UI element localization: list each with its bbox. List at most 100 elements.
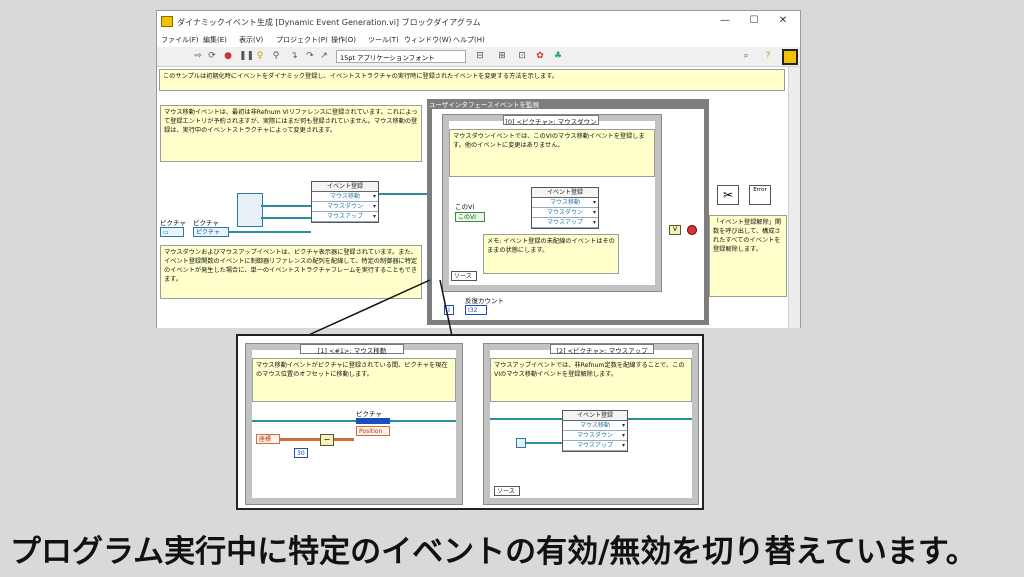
coord-terminal[interactable]: 座標 (256, 434, 280, 444)
menu-tools[interactable]: ツール(T) (368, 35, 399, 45)
error-handler-icon[interactable]: Error (749, 185, 771, 205)
window-title: ダイナミックイベント生成 [Dynamic Event Generation.v… (177, 18, 481, 27)
offset-wire (334, 438, 354, 441)
search-icon[interactable]: ⌕ (741, 51, 751, 61)
mouse-up-case-selector[interactable]: [2] <ピクチャ>: マウスアップ (550, 344, 654, 355)
memo-note: メモ: イベント登録の未配線のイベントはそのままの状態にします。 (483, 234, 619, 274)
vi-connector-icon[interactable] (782, 49, 798, 65)
block-diagram-window: ダイナミックイベント生成 [Dynamic Event Generation.v… (156, 10, 801, 328)
mouse-up-case-note: マウスアップイベントでは、非Refnum定数を配線することで、このVIのマウス移… (490, 358, 692, 402)
step-over-icon[interactable]: ↷ (305, 51, 315, 61)
title-bar: ダイナミックイベント生成 [Dynamic Event Generation.v… (157, 11, 800, 33)
subtract-function-icon[interactable]: − (320, 434, 334, 446)
const-30-terminal[interactable]: 30 (294, 448, 308, 458)
picture-label-1: ピクチャ (160, 219, 186, 227)
labview-app-icon (161, 16, 173, 27)
reg-wire (490, 418, 562, 420)
ref-wire (261, 205, 311, 207)
not-a-refnum-icon[interactable] (237, 193, 263, 227)
error-label: Error (753, 187, 767, 193)
vertical-scrollbar[interactable] (788, 67, 800, 328)
distribute-icon[interactable]: ⊞ (497, 51, 507, 61)
menu-bar: ファイル(F) 編集(E) 表示(V) プロジェクト(P) 操作(O) ツール(… (157, 33, 800, 47)
menu-edit[interactable]: 編集(E) (203, 35, 227, 45)
font-select[interactable]: 15pt アプリケーションフォント (336, 50, 466, 63)
inner-register-events-header: イベント登録 (532, 188, 598, 198)
highlight-execution-icon[interactable]: ♀ (255, 51, 265, 61)
event-structure-frame: [0] <ピクチャ>: マウスダウン マウスダウンイベントでは、このVIのマウス… (442, 114, 662, 292)
help-icon[interactable]: ? (763, 51, 773, 61)
clean-up-icon[interactable]: ♣ (553, 51, 563, 61)
property-node-header[interactable] (356, 418, 390, 424)
reg-row-mouse-down[interactable]: マウスダウン (312, 202, 378, 212)
menu-project[interactable]: プロジェクト(P) (276, 35, 328, 45)
not-a-refnum-constant-icon[interactable] (516, 438, 526, 448)
picture-ref-wire (390, 420, 456, 422)
inner-reg-row-mouse-move[interactable]: マウス移動 (532, 198, 598, 208)
toolbar: ⇨ ⟳ ● ❚❚ ♀ ⚲ ↴ ↷ ↗ 15pt アプリケーションフォント ⊟ ⊞… (157, 47, 800, 67)
menu-window[interactable]: ウィンドウ(W) (404, 35, 451, 45)
run-continuously-icon[interactable]: ⟳ (207, 51, 217, 61)
position-property[interactable]: Position (356, 426, 390, 436)
step-into-icon[interactable]: ↴ (289, 51, 299, 61)
reg-wire (628, 418, 692, 420)
this-vi-label: このVI (455, 203, 475, 211)
inner-reg-row-mouse-up[interactable]: マウスアップ (532, 218, 598, 228)
mouse-up-register-header: イベント登録 (563, 411, 627, 421)
menu-operate[interactable]: 操作(O) (331, 35, 356, 45)
loop-iteration-icon: i (444, 305, 454, 315)
loop-label: ユーザインタフェースイベントを監視 (427, 99, 709, 109)
resize-icon[interactable]: ⊡ (517, 51, 527, 61)
menu-help[interactable]: ヘルプ(H) (453, 35, 485, 45)
close-button[interactable]: ✕ (775, 14, 791, 28)
align-icon[interactable]: ⊟ (475, 51, 485, 61)
loop-count-terminal[interactable]: I32 (465, 305, 487, 315)
mouse-move-note: マウス移動イベントは、最初は非Refnum VIリファレンスに登録されています。… (160, 105, 422, 162)
source-terminal[interactable]: ソース (451, 271, 477, 281)
or-function-icon[interactable]: V (669, 225, 681, 235)
step-out-icon[interactable]: ↗ (319, 51, 329, 61)
menu-file[interactable]: ファイル(F) (161, 35, 199, 45)
maximize-button[interactable]: ☐ (746, 14, 762, 28)
pause-icon[interactable]: ❚❚ (239, 51, 254, 61)
run-arrow-icon[interactable]: ⇨ (193, 51, 203, 61)
register-events-header: イベント登録 (312, 182, 378, 192)
mu-reg-row-mouse-down[interactable]: マウスダウン (563, 431, 627, 441)
ref-wire (229, 231, 311, 233)
event-case-selector[interactable]: [0] <ピクチャ>: マウスダウン (503, 115, 599, 126)
stop-terminal-icon[interactable] (687, 225, 697, 235)
unregister-events-icon[interactable]: ✂ (717, 185, 739, 205)
mu-reg-row-mouse-move[interactable]: マウス移動 (563, 421, 627, 431)
picture-ref-terminal[interactable]: ピクチャ (193, 227, 229, 237)
reg-row-mouse-move[interactable]: マウス移動 (312, 192, 378, 202)
diagram-canvas: このサンプルは初期化時にイベントをダイナミック登録し、イベントストラクチャの実行… (157, 67, 788, 328)
loop-count-label: 反復カウント (465, 297, 504, 305)
caption-bar: プログラム実行中に特定のイベントの有効/無効を切り替えています。 (0, 522, 1024, 577)
reg-row-mouse-up[interactable]: マウスアップ (312, 212, 378, 222)
mouse-move-case-selector[interactable]: [1] <#1>: マウス移動 (300, 344, 404, 355)
caption-text: プログラム実行中に特定のイベントの有効/無効を切り替えています。 (10, 534, 977, 570)
mu-reg-row-mouse-up[interactable]: マウスアップ (563, 441, 627, 451)
inner-reg-row-mouse-down[interactable]: マウスダウン (532, 208, 598, 218)
picture-prop-label: ピクチャ (356, 410, 382, 418)
retain-wire-values-icon[interactable]: ⚲ (271, 51, 281, 61)
event-case-note: マウスダウンイベントでは、このVIのマウス移動イベントを登録します。他のイベント… (449, 129, 655, 177)
mouse-up-register-node[interactable]: イベント登録 マウス移動 マウスダウン マウスアップ (562, 410, 628, 452)
inner-register-events-node[interactable]: イベント登録 マウス移動 マウスダウン マウスアップ (531, 187, 599, 229)
unregister-note: 「イベント登録解除」関数を呼び出して、構成されたすべてのイベントを登録解除します… (709, 215, 787, 297)
zoomed-cases-panel: [1] <#1>: マウス移動 マウス移動イベントがピクチャに登録されている間、… (236, 334, 704, 510)
mouse-move-case-frame: [1] <#1>: マウス移動 マウス移動イベントがピクチャに登録されている間、… (245, 343, 463, 505)
picture-label-2: ピクチャ (193, 219, 219, 227)
mouse-up-case-frame: [2] <ピクチャ>: マウスアップ マウスアップイベントでは、非Refnum定… (483, 343, 699, 505)
ref-wire (261, 217, 311, 219)
this-vi-reference[interactable]: このVI (455, 212, 485, 222)
menu-view[interactable]: 表示(V) (239, 35, 263, 45)
abort-icon[interactable]: ● (223, 51, 233, 61)
register-events-node[interactable]: イベント登録 マウス移動 マウスダウン マウスアップ (311, 181, 379, 223)
reorder-icon[interactable]: ✿ (535, 51, 545, 61)
minimize-button[interactable]: — (717, 14, 733, 28)
mouse-move-case-note: マウス移動イベントがピクチャに登録されている間、ピクチャを現在のマウス位置のオフ… (252, 358, 456, 402)
picture-ref-wire (252, 420, 356, 422)
picture-control-terminal[interactable]: ▭ (160, 227, 184, 237)
mouse-up-source-terminal[interactable]: ソース (494, 486, 520, 496)
